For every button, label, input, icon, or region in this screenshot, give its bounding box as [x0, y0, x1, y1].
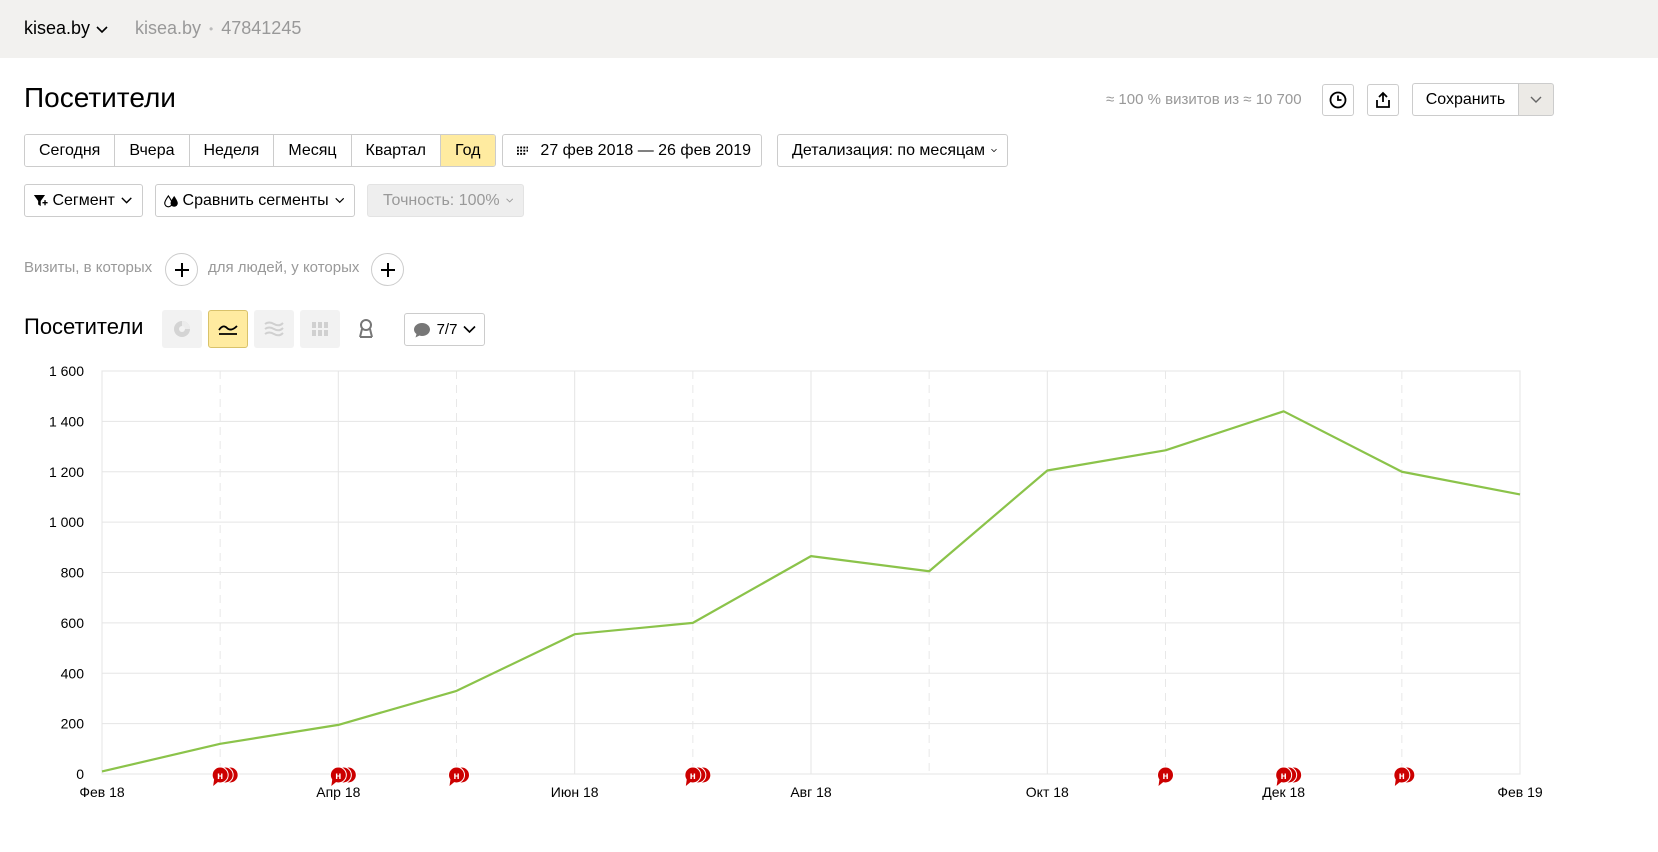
pie-chart-icon	[174, 321, 190, 337]
map-pin-icon	[359, 319, 373, 338]
y-tick-label: 1 200	[49, 464, 84, 480]
chevron-down-icon	[121, 197, 132, 204]
site-selector[interactable]: kisea.by	[24, 18, 108, 39]
date-range-picker[interactable]: 27 фев 2018 — 26 фев 2019	[502, 134, 762, 167]
period-year[interactable]: Год	[441, 135, 495, 166]
sampling-note: ≈ 100 % визитов из ≈ 10 700	[1106, 91, 1302, 108]
accuracy-dropdown[interactable]: Точность: 100%	[367, 184, 524, 217]
pie-chart-view-button[interactable]	[162, 310, 202, 348]
y-tick-label: 0	[76, 766, 84, 782]
annotations-button[interactable]: 7/7	[404, 313, 485, 346]
x-tick-label: Фев 18	[79, 784, 125, 800]
annotation-label: н	[1399, 771, 1405, 782]
save-button[interactable]: Сохранить	[1412, 83, 1518, 116]
visits-filter-label: Визиты, в которых	[24, 259, 153, 276]
add-people-condition-button[interactable]	[371, 253, 404, 286]
y-tick-label: 1 400	[49, 413, 84, 429]
bar-chart-view-button[interactable]	[300, 310, 340, 348]
y-tick-label: 600	[61, 615, 85, 631]
detail-dropdown[interactable]: Детализация: по месяцам	[777, 134, 1008, 167]
chevron-down-icon	[991, 148, 997, 153]
annotation-label: н	[1281, 771, 1287, 782]
period-yesterday[interactable]: Вчера	[115, 135, 190, 166]
y-tick-label: 1 000	[49, 514, 84, 530]
people-filter-label: для людей, у которых	[208, 259, 360, 276]
breadcrumb-separator: •	[209, 21, 214, 36]
area-chart-icon	[264, 321, 284, 337]
clock-icon	[1329, 91, 1347, 109]
chevron-down-icon	[505, 198, 513, 203]
x-tick-label: Окт 18	[1026, 784, 1069, 800]
map-view-button[interactable]	[347, 310, 387, 348]
period-selector: Сегодня Вчера Неделя Месяц Квартал Год	[24, 134, 496, 167]
export-button[interactable]	[1367, 84, 1399, 116]
y-tick-label: 800	[61, 565, 85, 581]
visitors-line-chart: 0 200 400 600 800 1 000 1 200 1 400 1 600 Фев 18 А…	[49, 363, 1543, 800]
chevron-down-icon	[96, 25, 108, 33]
plus-icon	[174, 262, 189, 277]
x-tick-label: Дек 18	[1262, 784, 1305, 800]
comment-icon	[413, 322, 430, 337]
breadcrumb: kisea.by • 47841245	[135, 18, 301, 39]
compare-drops-icon	[164, 194, 178, 207]
top-bar: kisea.by kisea.by • 47841245	[0, 0, 1658, 58]
segment-label: Сегмент	[52, 191, 115, 209]
annotation-label: н	[1162, 771, 1168, 782]
line-chart-icon	[218, 325, 238, 335]
x-tick-label: Апр 18	[316, 784, 360, 800]
annotation-label: н	[217, 771, 223, 782]
compare-segments-label: Сравнить сегменты	[182, 191, 329, 209]
history-button[interactable]	[1322, 84, 1354, 116]
compare-segments-button[interactable]: Сравнить сегменты	[155, 184, 355, 217]
bar-chart-icon	[312, 322, 328, 336]
save-button-label: Сохранить	[1425, 90, 1506, 108]
detail-label: Детализация: по месяцам	[792, 141, 986, 159]
x-tick-label: Фев 19	[1497, 784, 1543, 800]
segment-button[interactable]: Сегмент	[24, 184, 143, 217]
page-title: Посетители	[24, 82, 176, 113]
annotation-label: н	[690, 771, 696, 782]
filter-icon	[33, 194, 48, 206]
annotation-label: н	[453, 771, 459, 782]
counter-id: 47841245	[221, 18, 302, 38]
period-month[interactable]: Месяц	[274, 135, 352, 166]
line-chart-view-button[interactable]	[208, 310, 248, 348]
x-tick-label: Авг 18	[790, 784, 832, 800]
period-week[interactable]: Неделя	[189, 135, 275, 166]
site-selector-label: kisea.by	[24, 18, 91, 38]
area-chart-view-button[interactable]	[254, 310, 294, 348]
chevron-down-icon	[463, 325, 476, 334]
upload-icon	[1376, 91, 1390, 108]
calendar-icon	[517, 146, 529, 155]
y-tick-label: 400	[61, 665, 85, 681]
annotation-label: н	[335, 771, 341, 782]
accuracy-label: Точность: 100%	[383, 191, 500, 209]
period-today[interactable]: Сегодня	[25, 135, 116, 166]
annotations-count: 7/7	[436, 321, 458, 338]
y-tick-label: 1 600	[49, 363, 84, 379]
period-quarter[interactable]: Квартал	[351, 135, 442, 166]
chevron-down-icon	[1530, 96, 1542, 103]
date-range-label: 27 фев 2018 — 26 фев 2019	[540, 141, 751, 159]
y-tick-label: 200	[61, 716, 85, 732]
breadcrumb-site: kisea.by	[135, 18, 202, 38]
add-visit-condition-button[interactable]	[165, 253, 198, 286]
plus-icon	[380, 262, 395, 277]
save-options-button[interactable]	[1518, 83, 1554, 116]
chevron-down-icon	[334, 197, 344, 204]
chart-section-title: Посетители	[24, 314, 144, 339]
x-tick-label: Июн 18	[551, 784, 599, 800]
